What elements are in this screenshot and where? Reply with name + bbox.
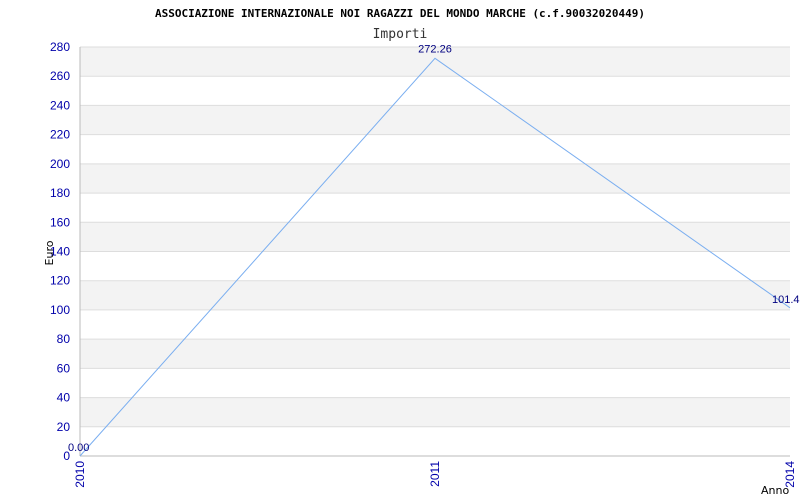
data-label: 272.26	[418, 43, 452, 55]
x-axis-label: Anno	[761, 484, 789, 497]
y-tick-label: 280	[50, 40, 70, 54]
chart-subtitle: Importi	[373, 27, 428, 42]
grid-band	[80, 368, 790, 398]
y-tick-label: 100	[50, 303, 70, 317]
y-tick-label: 60	[57, 361, 71, 375]
y-axis-label: Euro	[43, 240, 56, 265]
line-chart: 020406080100120140160180200220240260280 …	[43, 7, 800, 497]
chart-title: ASSOCIAZIONE INTERNAZIONALE NOI RAGAZZI …	[155, 7, 645, 20]
x-tick-label: 2011	[428, 461, 442, 487]
grid-band	[80, 105, 790, 135]
grid-band	[80, 76, 790, 106]
y-tick-label: 180	[50, 186, 70, 200]
y-tick-label: 240	[50, 98, 70, 112]
grid-band	[80, 163, 790, 194]
grid-band	[80, 397, 790, 427]
grid-band	[80, 251, 790, 281]
y-tick-label: 20	[57, 420, 71, 434]
y-tick-label: 80	[57, 332, 71, 346]
grid-band	[80, 222, 790, 252]
y-tick-label: 160	[50, 215, 70, 229]
grid-band	[80, 193, 790, 223]
grid-band	[80, 339, 790, 369]
y-tick-label: 260	[50, 69, 70, 83]
data-label: 101.43	[772, 294, 800, 306]
y-tick-label: 220	[50, 128, 70, 142]
grid-band	[80, 280, 790, 310]
data-label: 0.00	[68, 442, 89, 454]
grid-band	[80, 426, 790, 456]
x-tick-label: 2010	[73, 461, 87, 488]
y-tick-label: 40	[57, 391, 71, 405]
grid-band	[80, 309, 790, 340]
y-tick-label: 200	[50, 157, 70, 171]
y-tick-label: 120	[50, 274, 70, 288]
x-tick-labels: 2010 2011 2014	[73, 461, 797, 488]
grid-band	[80, 134, 790, 164]
